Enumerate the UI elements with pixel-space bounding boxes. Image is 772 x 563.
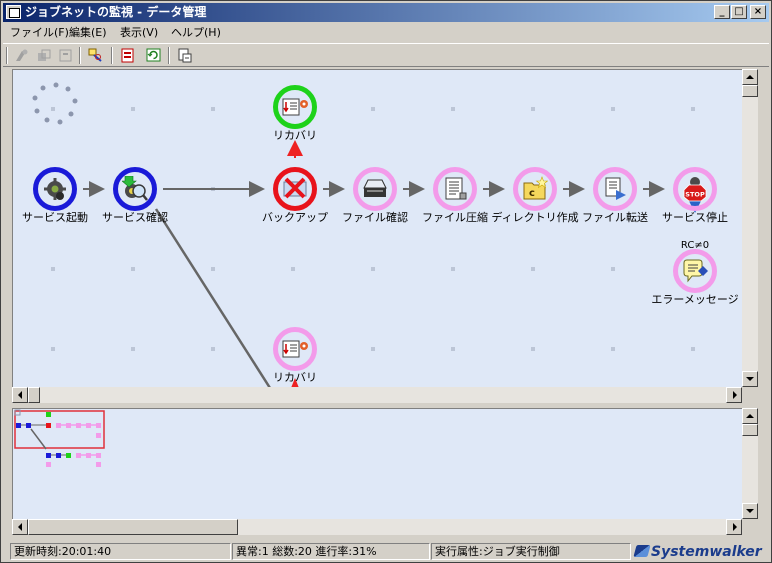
properties-icon bbox=[121, 48, 134, 63]
run-icon bbox=[16, 49, 28, 61]
job-label: サービス停止 bbox=[662, 211, 728, 224]
properties-button[interactable] bbox=[118, 46, 138, 65]
status-update-time: 更新時刻:20:01:40 bbox=[10, 543, 231, 560]
job-label: サービス起動 bbox=[22, 211, 88, 224]
file-transfer-icon bbox=[605, 177, 626, 200]
systemwalker-logo: Systemwalker bbox=[633, 543, 762, 561]
job-label: ファイル確認 bbox=[342, 211, 408, 224]
export-icon bbox=[178, 48, 192, 63]
canvas-vertical-scrollbar[interactable] bbox=[742, 69, 758, 387]
folder-c-icon: c bbox=[523, 176, 548, 200]
scroll-right-button[interactable] bbox=[726, 519, 742, 535]
overview-horizontal-scrollbar[interactable] bbox=[12, 519, 742, 535]
find-button[interactable] bbox=[86, 46, 106, 65]
stop-icon bbox=[38, 49, 51, 61]
menu-edit[interactable]: 編集(E) bbox=[66, 25, 110, 41]
job-label: リカバリ bbox=[273, 129, 317, 142]
menu-view[interactable]: 表示(V) bbox=[117, 25, 161, 41]
scroll-thumb[interactable] bbox=[28, 519, 238, 535]
job-backup[interactable]: バックアップ bbox=[249, 167, 339, 229]
toolbar-separator bbox=[79, 47, 81, 64]
maximize-button[interactable]: □ bbox=[731, 5, 747, 19]
run-button[interactable] bbox=[12, 46, 32, 65]
svg-text:STOP: STOP bbox=[685, 191, 705, 199]
job-service-start[interactable]: サービス起動 bbox=[13, 167, 99, 229]
pause-icon bbox=[59, 49, 72, 62]
svg-text:c: c bbox=[529, 188, 535, 199]
window-title: ジョブネットの監視 - データ管理 bbox=[25, 5, 207, 19]
recovery-icon bbox=[282, 340, 308, 358]
scroll-up-button[interactable] bbox=[742, 408, 758, 424]
job-service-stop[interactable]: STOP サービス停止 bbox=[649, 167, 739, 229]
menu-file[interactable]: ファイル(F) bbox=[7, 25, 72, 41]
find-icon bbox=[88, 48, 102, 62]
recovery-icon bbox=[282, 98, 308, 116]
toolbar bbox=[3, 43, 769, 67]
app-icon[interactable] bbox=[6, 5, 21, 19]
job-label: ファイル圧縮 bbox=[422, 211, 488, 224]
scanner-icon bbox=[363, 179, 387, 197]
close-button[interactable]: × bbox=[750, 5, 766, 19]
viewport-rectangle bbox=[14, 410, 105, 449]
document-icon bbox=[445, 177, 467, 200]
job-file-transfer[interactable]: ファイル転送 bbox=[569, 167, 659, 229]
job-directory-create[interactable]: c ディレクトリ作成 bbox=[489, 167, 579, 229]
job-label: サービス確認 bbox=[102, 211, 168, 224]
scroll-down-button[interactable] bbox=[742, 371, 758, 387]
job-label: リカバリ bbox=[273, 371, 317, 384]
backup-error-icon bbox=[283, 177, 307, 199]
toolbar-separator bbox=[111, 47, 113, 64]
pane-splitter[interactable] bbox=[3, 401, 769, 407]
message-icon bbox=[683, 259, 708, 283]
scroll-left-button[interactable] bbox=[12, 519, 28, 535]
refresh-button[interactable] bbox=[144, 46, 164, 65]
scroll-thumb[interactable] bbox=[742, 85, 758, 97]
toolbar-separator bbox=[168, 47, 170, 64]
pause-button[interactable] bbox=[56, 46, 76, 65]
overview-pane[interactable] bbox=[12, 408, 742, 519]
job-service-check[interactable]: サービス確認 bbox=[89, 167, 179, 229]
title-bar[interactable]: ジョブネットの監視 - データ管理 _ □ × bbox=[3, 3, 769, 22]
toolbar-grip bbox=[6, 47, 8, 64]
job-label: ディレクトリ作成 bbox=[491, 211, 579, 224]
overview-vertical-scrollbar[interactable] bbox=[742, 408, 758, 519]
service-gear-icon bbox=[44, 178, 66, 200]
brand-name: Systemwalker bbox=[651, 544, 762, 560]
minimize-button[interactable]: _ bbox=[714, 5, 730, 19]
brand-mark-icon bbox=[633, 545, 651, 557]
job-label: エラーメッセージ bbox=[651, 293, 739, 306]
service-check-icon bbox=[122, 176, 148, 201]
overview-node-dots bbox=[16, 412, 101, 467]
status-bar: 更新時刻:20:01:40 異常:1 総数:20 進行率:31% 実行属性:ジョ… bbox=[3, 542, 769, 562]
job-recovery-top[interactable]: リカバリ bbox=[249, 85, 339, 147]
export-button[interactable] bbox=[175, 46, 195, 65]
job-label: ファイル転送 bbox=[582, 211, 648, 224]
job-recovery-bottom[interactable]: リカバリ bbox=[249, 327, 339, 387]
scroll-thumb[interactable] bbox=[742, 424, 758, 436]
job-label: バックアップ bbox=[262, 211, 328, 224]
main-window: ジョブネットの監視 - データ管理 _ □ × ファイル(F) 編集(E) 表示… bbox=[0, 0, 772, 563]
scroll-down-button[interactable] bbox=[742, 503, 758, 519]
scroll-up-button[interactable] bbox=[742, 69, 758, 85]
job-file-compress[interactable]: ファイル圧縮 bbox=[409, 167, 499, 229]
jobnet-canvas[interactable]: RC≠0 サービス起動 サービス確認 バックアップ リカバリ ファイル確認 ファ… bbox=[12, 69, 742, 387]
status-attribute: 実行属性:ジョブ実行制御 bbox=[431, 543, 631, 560]
job-file-check[interactable]: ファイル確認 bbox=[329, 167, 419, 229]
job-error-message[interactable]: エラーメッセージ bbox=[649, 249, 739, 311]
refresh-icon bbox=[146, 48, 161, 62]
stop-button[interactable] bbox=[34, 46, 54, 65]
status-progress: 異常:1 総数:20 進行率:31% bbox=[232, 543, 430, 560]
menu-bar: ファイル(F) 編集(E) 表示(V) ヘルプ(H) bbox=[3, 23, 769, 42]
stop-sign-icon: STOP bbox=[683, 177, 707, 202]
menu-help[interactable]: ヘルプ(H) bbox=[168, 25, 224, 41]
overview-map bbox=[14, 409, 105, 467]
